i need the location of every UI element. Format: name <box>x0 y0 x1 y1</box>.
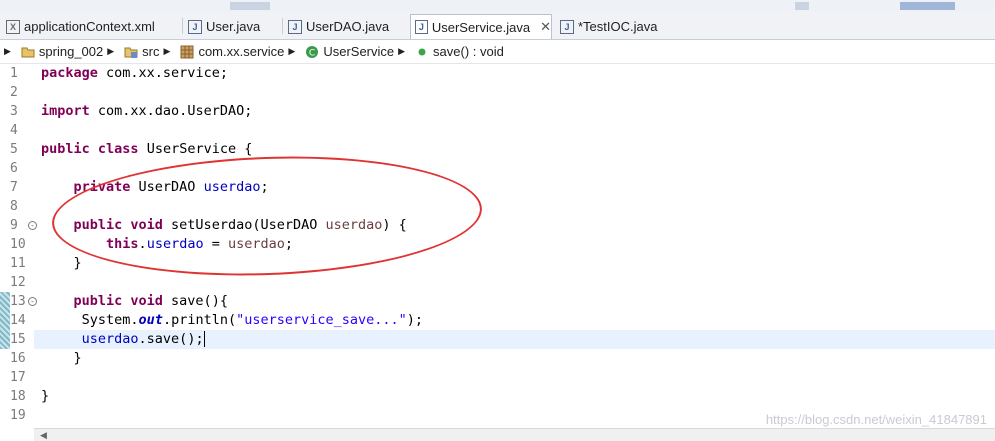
breadcrumb-item-project[interactable]: spring_002 <box>21 44 103 59</box>
line-number: 4 <box>10 123 18 138</box>
chevron-right-icon: ▶ <box>107 46 115 56</box>
chevron-right-icon: ▶ <box>398 46 406 56</box>
method-icon <box>415 45 429 59</box>
line-number: 12 <box>10 275 26 290</box>
breadcrumb-label: spring_002 <box>38 44 104 59</box>
line-number: 5 <box>10 142 18 157</box>
line-number: 14 <box>10 313 26 328</box>
breadcrumb-item-src[interactable]: src <box>124 44 160 59</box>
text-cursor <box>203 331 205 347</box>
tab-testioc-java[interactable]: J *TestIOC.java <box>556 14 676 39</box>
source-folder-icon <box>124 45 138 59</box>
tab-divider <box>182 18 183 34</box>
breadcrumb-label: com.xx.service <box>198 44 285 59</box>
fold-collapse-icon[interactable]: - <box>28 221 37 230</box>
code-line: System.out.println("userservice_save..."… <box>41 312 424 328</box>
tab-label: *TestIOC.java <box>578 19 658 34</box>
line-number: 1 <box>10 66 18 81</box>
java-file-icon: J <box>288 19 302 34</box>
java-file-icon: J <box>415 20 428 34</box>
line-number: 15 <box>10 332 26 347</box>
chevron-right-icon: ▶ <box>163 46 171 56</box>
project-icon <box>21 45 35 59</box>
tab-label: applicationContext.xml <box>24 19 155 34</box>
fold-collapse-icon[interactable]: - <box>28 297 37 306</box>
package-icon <box>180 45 194 59</box>
tab-label: UserService.java <box>431 19 531 35</box>
java-file-icon: J <box>188 19 202 34</box>
code-line: public class UserService { <box>41 141 253 157</box>
tab-label: UserDAO.java <box>306 19 390 34</box>
change-marker <box>0 292 10 349</box>
scroll-left-icon[interactable]: ◀ <box>40 430 47 441</box>
toolbar-fragment <box>795 2 809 10</box>
code-line: package com.xx.service; <box>41 65 228 81</box>
code-line: userdao.save(); <box>81 331 205 347</box>
line-number: 11 <box>10 256 26 271</box>
editor-tab-bar: X applicationContext.xml J User.java J U… <box>0 12 995 40</box>
code-line: } <box>41 350 82 366</box>
tab-label: User.java <box>206 19 261 34</box>
class-icon: C <box>305 45 319 59</box>
perspective-fragment <box>900 2 955 10</box>
tab-userservice-java[interactable]: J UserService.java ✕ <box>410 14 552 39</box>
breadcrumb-label: save() : void <box>433 44 504 59</box>
tab-application-context-xml[interactable]: X applicationContext.xml <box>2 14 180 39</box>
code-line: public void save(){ <box>41 293 228 309</box>
horizontal-scrollbar[interactable]: ◀ <box>34 428 995 441</box>
breadcrumb-item-class[interactable]: C UserService <box>305 44 394 59</box>
line-number: 7 <box>10 180 18 195</box>
line-number: 18 <box>10 389 26 404</box>
line-number: 10 <box>10 237 26 252</box>
line-number: 17 <box>10 370 26 385</box>
code-line: import com.xx.dao.UserDAO; <box>41 103 253 119</box>
code-line: } <box>41 255 82 271</box>
tab-user-java[interactable]: J User.java <box>184 14 280 39</box>
breadcrumb-item-package[interactable]: com.xx.service <box>180 44 284 59</box>
line-number: 19 <box>10 408 26 423</box>
chevron-right-icon: ▶ <box>4 46 11 56</box>
watermark: https://blog.csdn.net/weixin_41847891 <box>765 412 987 427</box>
chevron-right-icon: ▶ <box>288 46 296 56</box>
java-file-icon: J <box>560 19 574 34</box>
tab-userdao-java[interactable]: J UserDAO.java <box>284 14 406 39</box>
line-number: 16 <box>10 351 26 366</box>
code-line: } <box>41 388 50 404</box>
breadcrumb-item-method[interactable]: save() : void <box>415 44 504 59</box>
toolbar-fragment <box>230 2 270 10</box>
tab-divider <box>282 18 283 34</box>
breadcrumb: ▶ spring_002 ▶ src ▶ com.xx.service ▶ C … <box>0 40 995 64</box>
line-number: 6 <box>10 161 18 176</box>
breadcrumb-label: src <box>142 44 160 59</box>
close-tab-icon[interactable]: ✕ <box>540 19 551 35</box>
line-number: 3 <box>10 104 18 119</box>
svg-text:C: C <box>309 48 315 58</box>
breadcrumb-label: UserService <box>323 44 395 59</box>
xml-file-icon: X <box>6 19 20 34</box>
line-number: 8 <box>10 199 18 214</box>
line-number: 2 <box>10 85 18 100</box>
